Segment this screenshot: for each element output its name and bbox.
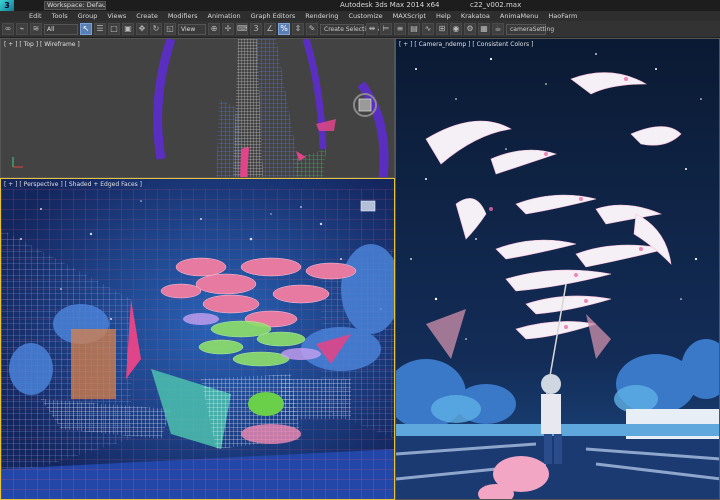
bind-space-warp-icon[interactable]: ≋ [30,23,42,35]
window-crossing-icon[interactable]: ▣ [122,23,134,35]
camera-viewport[interactable]: [ + ] [ Camera_ndemp ] [ Consistent Colo… [395,38,720,500]
material-editor-icon[interactable]: ◉ [450,23,462,35]
perspective-viewport[interactable]: [ + ] [ Perspective ] [ Shaded + Edged F… [0,178,395,500]
menu-create[interactable]: Create [131,11,163,21]
select-object-icon[interactable]: ↖ [80,23,92,35]
perspective-viewport-label[interactable]: [ + ] [ Perspective ] [ Shaded + Edged F… [4,181,142,188]
ref-coord-system-dropdown[interactable]: View [178,23,206,35]
building-right-wireframe [281,379,351,419]
angle-snap-icon[interactable]: ∠ [264,23,276,35]
menu-graph-editors[interactable]: Graph Editors [246,11,301,21]
snaps-toggle-icon[interactable]: 3 [250,23,262,35]
workspace-dropdown[interactable]: Workspace: Default [44,1,106,10]
align-icon[interactable]: ⊨ [380,23,392,35]
camera-setting-button[interactable]: cameraSetting [506,23,554,35]
render-production-icon[interactable]: ☕ [492,23,504,35]
render-setup-icon[interactable]: ⚙ [464,23,476,35]
menu-views[interactable]: Views [102,11,131,21]
menu-haofarm[interactable]: HaoFarm [543,11,582,21]
schematic-view-icon[interactable]: ⊞ [436,23,448,35]
menu-animation[interactable]: Animation [203,11,246,21]
select-manipulate-icon[interactable]: ✢ [222,23,234,35]
rendered-frame-icon[interactable]: ▦ [478,23,490,35]
green-bush [248,392,284,416]
title-bar: 3 Workspace: Default Autodesk 3ds Max 20… [0,0,720,11]
selection-filter-dropdown[interactable]: All [44,23,78,35]
app-window: 3 Workspace: Default Autodesk 3ds Max 20… [0,0,720,500]
axis-gizmo-icon [12,157,23,168]
percent-snap-icon[interactable]: % [278,23,290,35]
spinner-snap-icon[interactable]: ⇕ [292,23,304,35]
keyboard-shortcut-override-icon[interactable]: ⌨ [236,23,248,35]
menu-krakatoa[interactable]: Krakatoa [456,11,495,21]
tower-blue-wireframe [256,39,301,177]
edit-named-selection-icon[interactable]: ✎ [306,23,318,35]
menu-tools[interactable]: Tools [47,11,73,21]
graphite-ribbon-icon[interactable]: ▤ [408,23,420,35]
pivot-center-icon[interactable]: ⊕ [208,23,220,35]
app-logo-button[interactable]: 3 [0,0,14,11]
named-selection-dropdown[interactable]: Create Selection S [320,23,379,35]
viewcube-icon[interactable] [360,200,376,212]
tower-blue-wireframe-2 [216,99,243,177]
pink-flowers [241,424,301,444]
app-title: Autodesk 3ds Max 2014 x64 [340,1,440,9]
unlink-icon[interactable]: ⌁ [16,23,28,35]
select-rotate-icon[interactable]: ↻ [150,23,162,35]
perspective-viewport-scene [1,179,394,499]
camera-viewport-render [396,39,719,499]
arc-left-mesh [153,39,176,160]
menu-animamenu[interactable]: AnimaMenu [495,11,544,21]
menu-customize[interactable]: Customize [343,11,387,21]
mirror-icon[interactable]: ⇹ [366,23,378,35]
menu-edit[interactable]: Edit [24,11,47,21]
top-viewport-wireframe [12,39,389,177]
menu-modifiers[interactable]: Modifiers [163,11,203,21]
camera-viewport-label[interactable]: [ + ] [ Camera_ndemp ] [ Consistent Colo… [399,41,533,48]
link-icon[interactable]: ∞ [2,23,14,35]
select-scale-icon[interactable]: ◱ [164,23,176,35]
curve-editor-icon[interactable]: ∿ [422,23,434,35]
top-viewport-label[interactable]: [ + ] [ Top ] [ Wireframe ] [4,41,80,48]
layer-manager-icon[interactable]: ≡ [394,23,406,35]
menu-bar: Edit Tools Group Views Create Modifiers … [0,11,720,21]
menu-group[interactable]: Group [73,11,103,21]
arc-right-mesh [302,39,327,150]
file-name: c22_v002.max [470,1,522,9]
main-toolbar: ∞ ⌁ ≋ All ↖ ☰ □ ▣ ✥ ↻ ◱ View ⊕ ✢ ⌨ 3 ∠ %… [0,21,720,38]
menu-rendering[interactable]: Rendering [300,11,343,21]
menu-help[interactable]: Help [431,11,456,21]
menu-maxscript[interactable]: MAXScript [388,11,431,21]
rect-selection-region-icon[interactable]: □ [108,23,120,35]
top-viewport[interactable]: [ + ] [ Top ] [ Wireframe ] [0,38,395,178]
orange-building [71,329,116,399]
select-move-icon[interactable]: ✥ [136,23,148,35]
select-by-name-icon[interactable]: ☰ [94,23,106,35]
